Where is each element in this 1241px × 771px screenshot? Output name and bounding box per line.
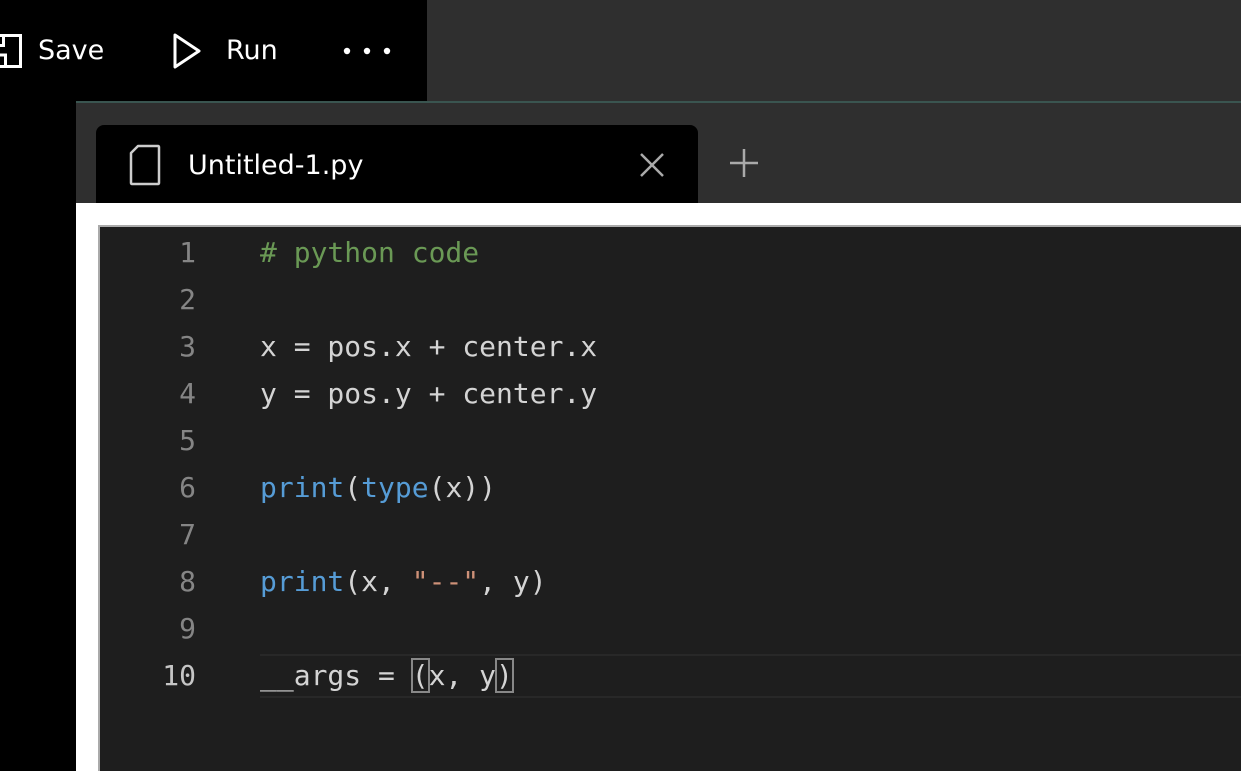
line-number: 7	[179, 518, 196, 551]
matched-bracket: (	[410, 658, 430, 693]
code-line[interactable]: 1 # python code	[100, 229, 1241, 276]
code-token: print	[260, 565, 345, 598]
code-token: x, y	[428, 659, 497, 692]
code-text: # python code	[260, 229, 479, 276]
code-line[interactable]: 2	[100, 276, 1241, 323]
tab-untitled-1[interactable]: Untitled-1.py	[96, 125, 698, 205]
editor-app: Save Run Untitled-1.py 1 # python code 2…	[0, 0, 1241, 771]
tab-bar: Untitled-1.py	[76, 101, 1241, 205]
code-token: # python code	[260, 236, 480, 269]
code-token: (x))	[428, 471, 497, 504]
toolbar: Save Run	[0, 0, 427, 101]
code-line[interactable]: 4 y = pos.y + center.y	[100, 370, 1241, 417]
code-token: y = pos.y + center.y	[260, 377, 598, 410]
code-token: (	[344, 471, 362, 504]
more-button[interactable]	[342, 0, 392, 101]
line-number: 10	[162, 659, 196, 692]
code-line[interactable]: 7	[100, 511, 1241, 558]
save-label: Save	[38, 35, 105, 66]
save-icon	[0, 33, 22, 68]
code-token: x = pos.x + center.x	[260, 330, 598, 363]
line-number: 6	[179, 471, 196, 504]
line-number: 4	[179, 377, 196, 410]
more-icon	[342, 46, 392, 56]
side-panel	[0, 101, 76, 771]
code-editor[interactable]: 1 # python code 2 3 x = pos.x + center.x 4 y =…	[98, 225, 1241, 771]
matched-bracket: )	[495, 658, 514, 693]
code-token: (x,	[344, 565, 412, 598]
code-text: print(type(x))	[260, 464, 496, 511]
code-text: __args = (x, y)	[260, 652, 514, 699]
plus-icon[interactable]	[728, 147, 760, 179]
code-line[interactable]: 6 print(type(x))	[100, 464, 1241, 511]
save-button[interactable]: Save	[0, 0, 104, 101]
code-line[interactable]: 10 __args = (x, y)	[100, 652, 1241, 699]
code-token: print	[260, 471, 345, 504]
code-token: __args =	[260, 659, 412, 692]
line-number: 9	[179, 612, 196, 645]
file-icon	[129, 144, 161, 190]
toolbar-background	[427, 0, 1241, 101]
code-text: y = pos.y + center.y	[260, 370, 597, 417]
line-number: 1	[179, 236, 196, 269]
code-text: print(x, "--", y)	[260, 558, 547, 605]
line-number: 5	[179, 424, 196, 457]
line-number: 8	[179, 565, 196, 598]
play-icon	[172, 33, 202, 69]
line-number: 2	[179, 283, 196, 316]
editor-frame: 1 # python code 2 3 x = pos.x + center.x 4 y =…	[76, 203, 1241, 771]
run-label: Run	[226, 35, 278, 66]
code-line[interactable]: 9	[100, 605, 1241, 652]
tab-title: Untitled-1.py	[188, 149, 364, 181]
line-number: 3	[179, 330, 196, 363]
code-line[interactable]: 5	[100, 417, 1241, 464]
code-line[interactable]: 3 x = pos.x + center.x	[100, 323, 1241, 370]
code-token: type	[361, 471, 429, 504]
code-text: x = pos.x + center.x	[260, 323, 597, 370]
code-token: , y)	[479, 565, 547, 598]
close-icon[interactable]	[638, 151, 666, 179]
run-button[interactable]: Run	[172, 0, 278, 101]
code-line[interactable]: 8 print(x, "--", y)	[100, 558, 1241, 605]
code-token: "--"	[411, 565, 480, 598]
